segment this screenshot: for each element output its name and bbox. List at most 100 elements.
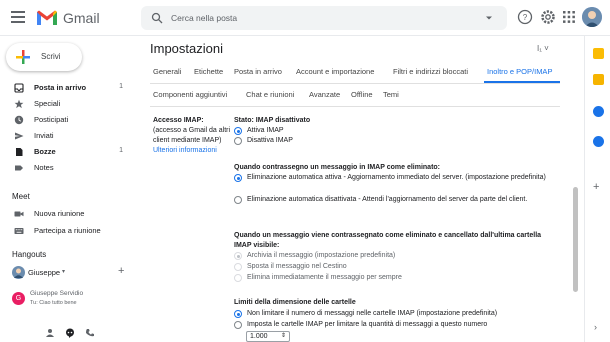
expand-panel-icon[interactable]: › [594,322,597,332]
star-icon [14,99,24,109]
clock-icon [14,115,24,125]
tab-themes[interactable]: Temi [383,90,399,99]
sidebar-item-label: Notes [34,163,54,172]
auto-expunge-on-radio[interactable] [234,174,242,182]
person-icon[interactable] [45,328,55,338]
imap-enable-label: Attiva IMAP [247,127,284,134]
compose-button[interactable]: Scrivi [6,43,82,71]
learn-more-link[interactable]: Ulteriori informazioni [153,147,217,154]
settings-gear-icon[interactable] [539,8,557,26]
contact-name: Giuseppe Servidio [30,290,84,297]
sidebar-item-label: Nuova riunione [34,209,85,218]
side-panel: + › [584,36,610,342]
sidebar-item-label: Posta in arrivo [34,83,87,92]
limits-heading: Limiti della dimensione delle cartelle [234,299,356,306]
draft-icon [16,148,23,156]
sidebar-item-label: Posticipati [34,115,69,124]
limit-select-value: 1.000 [250,333,268,340]
chat-bubble-icon[interactable] [65,328,75,338]
sidebar-item-inbox[interactable]: Posta in arrivo 1 [0,82,140,95]
tab-accounts-import[interactable]: Account e importazione [296,67,374,76]
imap-enable-radio[interactable] [234,127,242,135]
hangouts-user-dropdown-icon[interactable]: ▾ [62,268,65,275]
help-icon[interactable]: ? [516,8,534,26]
tab-addons[interactable]: Componenti aggiuntivi [153,90,227,99]
contact-avatar: G [12,292,25,305]
gmail-logo-icon[interactable] [36,9,58,26]
compose-plus-icon [16,50,30,64]
add-hangout-icon[interactable]: + [118,265,124,277]
hangouts-avatar-icon [12,266,25,279]
search-icon[interactable] [151,12,163,24]
tab-inbox[interactable]: Posta in arrivo [234,67,282,76]
label-icon [15,165,23,171]
search-options-icon[interactable] [485,14,493,22]
hangouts-user-name: Giuseppe [28,268,61,277]
gmail-logo-text[interactable]: Gmail [63,10,100,26]
tab-forwarding-pop-imap[interactable]: Inoltro e POP/IMAP [487,67,552,76]
sidebar-item-notes[interactable]: Notes [0,162,140,175]
tab-filters[interactable]: Filtri e indirizzi bloccati [393,67,468,76]
tab-general[interactable]: Generali [153,67,181,76]
search-input[interactable]: Cerca nella posta [171,13,237,23]
hangouts-user[interactable]: Giuseppe ▾ + [12,265,132,280]
imap-label-column: Accesso IMAP: (accesso a Gmail da altri … [153,116,231,156]
page-title: Impostazioni [150,41,223,56]
set-limit-label: Imposta le cartelle IMAP per limitare la… [247,321,488,328]
sidebar-item-starred[interactable]: Speciali [0,98,140,111]
imap-settings: Accesso IMAP: (accesso a Gmail da altri … [150,116,570,342]
input-tools-icon[interactable]: I₁ ˅ [537,44,549,53]
sidebar-item-sent[interactable]: Inviati [0,130,140,143]
keep-icon[interactable] [593,74,604,85]
contact-message: Tu: Ciao tutto bene [30,300,77,306]
sidebar-item-new-meeting[interactable]: Nuova riunione [0,208,140,221]
hangouts-contact[interactable]: G Giuseppe Servidio Tu: Ciao tutto bene [12,290,142,314]
main-menu-button[interactable] [11,11,25,25]
hangouts-section-title: Hangouts [12,250,47,259]
archive-radio[interactable] [234,252,242,260]
content-scrollbar[interactable] [573,187,578,292]
no-limit-label: Non limitare il numero di messaggi nelle… [247,310,498,317]
imap-disable-radio[interactable] [234,137,242,145]
no-limit-radio[interactable] [234,310,242,318]
account-avatar[interactable] [582,7,602,27]
avatar-icon [582,7,602,27]
sidebar-item-drafts[interactable]: Bozze 1 [0,146,140,159]
tabs-divider-2 [150,106,560,107]
search-bar[interactable]: Cerca nella posta [141,6,507,30]
tab-offline[interactable]: Offline [351,90,373,99]
sidebar-item-label: Partecipa a riunione [34,226,101,235]
send-icon [15,132,24,140]
meet-section-title: Meet [12,192,30,201]
deleted-heading: Quando contrassegno un messaggio in IMAP… [234,164,441,171]
tab-advanced[interactable]: Avanzate [309,90,340,99]
trash-radio[interactable] [234,263,242,271]
auto-expunge-off-radio[interactable] [234,196,242,204]
svg-text:?: ? [523,13,528,22]
inbox-icon [14,83,24,93]
tab-chat-meet[interactable]: Chat e riunioni [246,90,294,99]
tab-labels[interactable]: Etichette [194,67,223,76]
sidebar-item-count: 1 [119,83,123,90]
expunge-heading: Quando un messaggio viene contrassegnato… [234,232,542,249]
sidebar-item-snoozed[interactable]: Posticipati [0,114,140,127]
tabs-divider [150,83,560,84]
select-arrows-icon: ⇕ [280,333,286,339]
phone-icon[interactable] [85,328,95,338]
limit-select[interactable]: 1.000 ⇕ [246,331,290,342]
imap-status: Stato: IMAP disattivato [234,117,311,124]
add-addon-icon[interactable]: + [593,181,599,193]
sidebar-item-label: Speciali [34,99,61,108]
apps-grid-icon[interactable] [560,8,578,26]
delete-forever-radio[interactable] [234,274,242,282]
delete-forever-label: Elimina immediatamente il messaggio per … [247,274,402,281]
compose-label: Scrivi [41,52,61,61]
sidebar-item-join-meeting[interactable]: Partecipa a riunione [0,225,140,238]
imap-disable-label: Disattiva IMAP [247,137,293,144]
tasks-icon[interactable] [593,106,604,117]
set-limit-radio[interactable] [234,321,242,329]
sidebar-item-label: Bozze [34,147,56,156]
calendar-icon[interactable] [593,48,604,59]
contacts-icon[interactable] [593,136,604,147]
auto-expunge-on-label: Eliminazione automatica attiva - Aggiorn… [247,174,546,181]
